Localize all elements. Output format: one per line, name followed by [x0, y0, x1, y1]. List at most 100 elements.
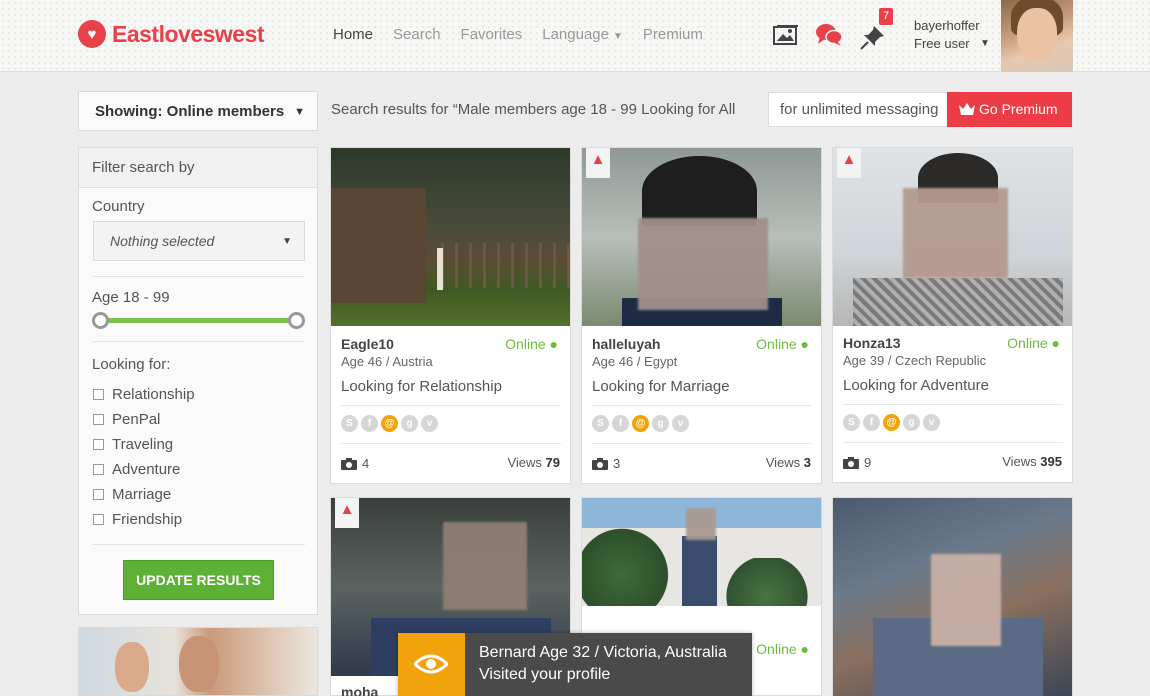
member-age-country: Age 46 / Austria [341, 354, 433, 369]
facebook-icon: f [612, 415, 629, 432]
showing-label: Showing: Online members [95, 103, 285, 120]
vk-icon: v [421, 415, 438, 432]
views-label: Views [507, 455, 542, 470]
nav-home[interactable]: Home [333, 26, 373, 43]
divider [93, 544, 305, 545]
divider [341, 443, 561, 444]
checkbox-friendship[interactable]: Friendship [93, 511, 182, 528]
hot-badge: ▲ [335, 498, 359, 528]
visitor-toast[interactable]: Bernard Age 32 / Victoria, Australia Vis… [398, 633, 752, 696]
nav-premium-label: Premium [642, 26, 703, 43]
chat-bubbles-icon[interactable] [815, 22, 843, 48]
divider [843, 442, 1063, 443]
nav-favorites[interactable]: Favorites [461, 26, 523, 43]
notification-count-badge: 7 [879, 8, 893, 25]
checkbox-adventure[interactable]: Adventure [93, 461, 180, 478]
checkbox-traveling[interactable]: Traveling [93, 436, 173, 453]
skype-icon: S [843, 414, 860, 431]
member-photo[interactable] [582, 498, 821, 606]
member-card[interactable]: Eagle10 Online ● Age 46 / Austria Lookin… [330, 147, 571, 484]
ad-face-right [179, 636, 219, 692]
age-slider-min-handle[interactable] [92, 312, 109, 329]
camera-icon [843, 457, 859, 469]
sidebar-ad-image[interactable] [78, 627, 318, 696]
main-nav: Home Search Favorites Language ▼ Premium [333, 26, 723, 43]
caret-down-icon: ▼ [294, 106, 305, 118]
checkbox-box[interactable] [93, 514, 104, 525]
blurred-face [686, 508, 716, 540]
views-value: 395 [1040, 454, 1062, 469]
age-slider-max-handle[interactable] [288, 312, 305, 329]
flame-icon: ▲ [841, 151, 857, 168]
showing-dropdown[interactable]: Showing: Online members ▼ [78, 91, 318, 131]
logo[interactable]: ♥ Eastloveswest [78, 20, 265, 48]
member-name[interactable]: Eagle10 [341, 336, 394, 352]
divider [843, 404, 1063, 405]
member-photo[interactable] [331, 148, 570, 326]
username: bayerhoffer [914, 18, 980, 33]
vk-icon: v [923, 414, 940, 431]
checkbox-box[interactable] [93, 389, 104, 400]
checkbox-label: Relationship [112, 386, 195, 403]
member-card[interactable] [832, 497, 1073, 696]
member-photo[interactable] [582, 148, 821, 326]
filter-sidebar: Filter search by Country Nothing selecte… [78, 147, 318, 615]
member-looking-for: Looking for Marriage [592, 378, 730, 395]
user-avatar[interactable] [1001, 0, 1073, 72]
photo-count-value: 9 [864, 455, 872, 470]
person [682, 536, 717, 606]
checkbox-penpal[interactable]: PenPal [93, 411, 160, 428]
user-menu-caret-icon[interactable]: ▼ [980, 38, 990, 49]
pin-icon[interactable] [860, 24, 886, 50]
toast-visitor: Bernard Age 32 / Victoria, Australia [479, 644, 727, 661]
member-photo[interactable] [833, 148, 1072, 326]
member-card[interactable]: ▲ halleluyah Online ● Age 46 / Egypt Loo… [581, 147, 822, 484]
logo-text: Eastloveswest [112, 20, 265, 47]
checkbox-marriage[interactable]: Marriage [93, 486, 171, 503]
view-count: Views 3 [766, 455, 811, 470]
photo-count: 9 [843, 455, 871, 470]
member-card[interactable]: ▲ Honza13 Online ● Age 39 / Czech Republ… [832, 147, 1073, 483]
checkbox-box[interactable] [93, 414, 104, 425]
member-photo[interactable] [833, 498, 1072, 696]
checkbox-box[interactable] [93, 464, 104, 475]
checkbox-box[interactable] [93, 489, 104, 500]
hair [642, 156, 757, 226]
checkbox-box[interactable] [93, 439, 104, 450]
photos-icon[interactable] [773, 24, 799, 46]
go-premium-label: Go Premium [979, 101, 1058, 117]
divider [592, 405, 812, 406]
skype-icon: S [592, 415, 609, 432]
google-plus-icon: g [903, 414, 920, 431]
blurred-face [443, 522, 527, 610]
camera-icon [592, 458, 608, 470]
member-name[interactable]: Honza13 [843, 335, 901, 351]
ad-face-left [115, 642, 149, 692]
social-icons: S f @ g v [341, 415, 441, 432]
nav-language[interactable]: Language ▼ [542, 26, 623, 43]
nav-premium[interactable]: Premium [643, 26, 703, 43]
country-select[interactable]: Nothing selected ▼ [93, 221, 305, 261]
looking-for-label: Looking for: [92, 356, 171, 373]
divider [592, 443, 812, 444]
view-count: Views 79 [507, 455, 560, 470]
eye-icon [414, 654, 448, 674]
heart-logo-icon: ♥ [78, 20, 106, 48]
update-results-button[interactable]: UPDATE RESULTS [123, 560, 274, 600]
go-premium-button[interactable]: Go Premium [947, 92, 1072, 127]
checkbox-relationship[interactable]: Relationship [93, 386, 195, 403]
facebook-icon: f [863, 414, 880, 431]
crown-icon [959, 103, 975, 115]
online-status: Online ● [756, 336, 809, 352]
plants-left [582, 528, 682, 606]
filter-title: Filter search by [79, 148, 317, 188]
views-value: 79 [545, 455, 560, 470]
age-slider-track[interactable] [100, 318, 297, 323]
google-plus-icon: g [401, 415, 418, 432]
nav-home-label: Home [333, 26, 374, 43]
checkbox-label: Friendship [112, 511, 183, 528]
member-name[interactable]: halleluyah [592, 336, 660, 352]
nav-search[interactable]: Search [393, 26, 441, 43]
user-menu[interactable]: bayerhoffer Free user [914, 17, 980, 53]
member-name[interactable]: moha [341, 684, 378, 696]
